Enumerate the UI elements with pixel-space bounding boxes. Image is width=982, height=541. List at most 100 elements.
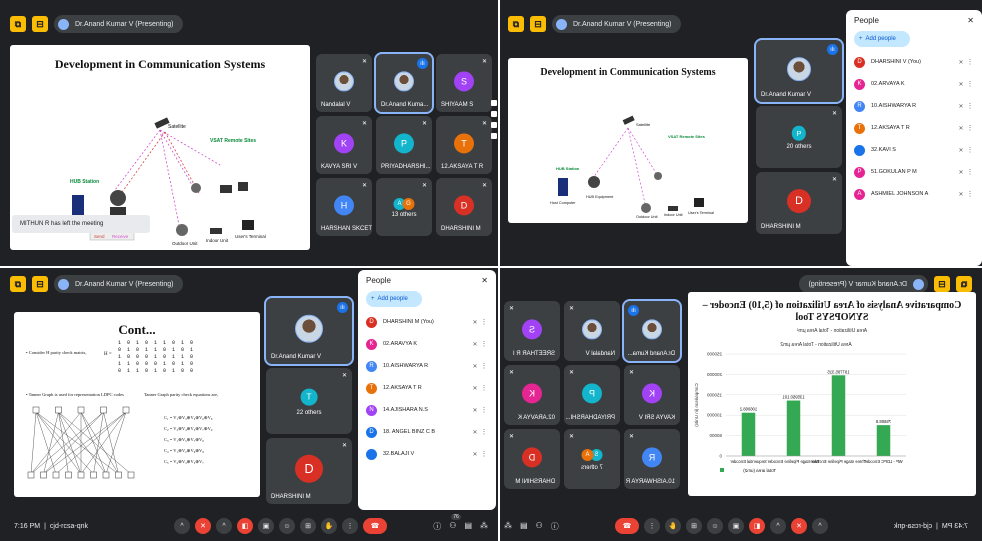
mic-off-icon[interactable]: ✕ — [956, 81, 966, 88]
mic-off-icon[interactable]: ✕ — [470, 451, 480, 458]
emoji-button[interactable]: ☺ — [707, 518, 723, 534]
people-list-item[interactable]: R 10.AISHWARYA R ✕ ⋮ — [846, 95, 982, 117]
chat-icon[interactable]: ▤ — [520, 521, 528, 532]
people-list-item[interactable]: K 02.ARVAYA K ✕ ⋮ — [846, 73, 982, 95]
mic-off-icon[interactable]: ✕ — [470, 341, 480, 348]
pin-icon[interactable]: ⊟ — [530, 16, 546, 32]
more-options-icon[interactable]: ⋮ — [966, 168, 974, 176]
side-tool-icon[interactable] — [491, 122, 497, 128]
more-options-icon[interactable]: ⋮ — [480, 384, 488, 392]
people-list-item[interactable]: N 14.AJISHARA N.S ✕ ⋮ — [358, 399, 496, 421]
more-options-icon[interactable]: ⋮ — [966, 146, 974, 154]
pin-icon[interactable]: ⊟ — [32, 276, 48, 292]
participant-tile[interactable]: T 12.AKSAYA T R ✕ — [436, 116, 492, 174]
participant-tile[interactable]: R 10.AISHWARYA R ✕ — [624, 429, 680, 489]
more-options-icon[interactable]: ⋮ — [966, 58, 974, 66]
mic-off-icon[interactable]: ✕ — [470, 385, 480, 392]
mic-off-button[interactable]: ✕ — [195, 518, 211, 534]
chevron-up-icon[interactable]: ^ — [770, 518, 786, 534]
participant-tile[interactable]: P PRIYADHARSHI... ✕ — [376, 116, 432, 174]
mic-off-button[interactable]: ✕ — [791, 518, 807, 534]
presenter-pill[interactable]: Dr.Anand Kumar V (Presenting) — [552, 15, 682, 33]
captions-button[interactable]: ▣ — [258, 518, 274, 534]
raise-hand-button[interactable]: ✋ — [321, 518, 337, 534]
people-list-item[interactable]: T 12.AKSAYA T R ✕ ⋮ — [846, 117, 982, 139]
people-list-item[interactable]: K 02.ARAVYA K ✕ ⋮ — [358, 333, 496, 355]
participant-tile[interactable]: D DHARSHINI M ✕ — [504, 429, 560, 489]
mic-off-icon[interactable]: ✕ — [956, 125, 966, 132]
participant-tile[interactable]: P PRIYADHARSHI... ✕ — [564, 365, 620, 425]
more-options-button[interactable]: ⋮ — [644, 518, 660, 534]
participant-tile[interactable]: Dr.Anand Kumar V ılı — [754, 38, 844, 104]
add-people-button[interactable]: + Add people — [366, 291, 422, 307]
pin-icon[interactable]: ⊟ — [934, 276, 950, 292]
chevron-up-icon[interactable]: ^ — [812, 518, 828, 534]
layout-icon[interactable]: ⧉ — [956, 276, 972, 292]
layout-icon[interactable]: ⧉ — [10, 276, 26, 292]
participant-tile[interactable]: S SHIYAAM S ✕ — [436, 54, 492, 112]
people-list-item[interactable]: D DHARSHINI M (You) ✕ ⋮ — [358, 311, 496, 333]
people-icon[interactable]: ⚇ — [536, 521, 543, 532]
participant-tile[interactable]: Nandalal V ✕ — [564, 301, 620, 361]
presenter-pill[interactable]: Dr.Anand Kumar V (Presenting) — [798, 275, 928, 293]
participant-tile[interactable]: Dr.Anand Kuma... ılı — [374, 52, 434, 114]
side-tool-icon[interactable] — [491, 133, 497, 139]
participant-tile[interactable]: S SREETHAR R I ✕ — [504, 301, 560, 361]
side-tool-icon[interactable] — [491, 100, 497, 106]
layout-icon[interactable]: ⧉ — [508, 16, 524, 32]
more-options-icon[interactable]: ⋮ — [480, 362, 488, 370]
activities-icon[interactable]: ⁂ — [480, 521, 488, 532]
people-list-item[interactable]: A ASHMIEL JOHNSON A ✕ ⋮ — [846, 183, 982, 205]
side-tool-icon[interactable] — [491, 111, 497, 117]
activities-icon[interactable]: ⁂ — [504, 521, 512, 532]
more-options-icon[interactable]: ⋮ — [966, 80, 974, 88]
chevron-up-icon[interactable]: ^ — [174, 518, 190, 534]
people-list-item[interactable]: R 10.AISHWARYA R ✕ ⋮ — [358, 355, 496, 377]
participant-tile[interactable]: D DHARSHINI M ✕ — [756, 172, 842, 234]
mic-off-icon[interactable]: ✕ — [956, 191, 966, 198]
leave-call-button[interactable]: ☎ — [363, 518, 387, 534]
camera-off-button[interactable]: ◧ — [237, 518, 253, 534]
participant-tile[interactable]: T 22 others ✕ — [266, 368, 352, 434]
people-list-item[interactable]: D 18. ANGEL BINZ C B ✕ ⋮ — [358, 421, 496, 443]
more-options-icon[interactable]: ⋮ — [480, 318, 488, 326]
participant-tile[interactable]: K KAVYA SRI V ✕ — [624, 365, 680, 425]
captions-button[interactable]: ▣ — [728, 518, 744, 534]
more-options-icon[interactable]: ⋮ — [966, 102, 974, 110]
add-people-button[interactable]: + Add people — [854, 31, 910, 47]
presenter-pill[interactable]: Dr.Anand Kumar V (Presenting) — [54, 15, 184, 33]
pin-icon[interactable]: ⊟ — [32, 16, 48, 32]
more-options-icon[interactable]: ⋮ — [480, 450, 488, 458]
close-icon[interactable]: ✕ — [967, 16, 974, 25]
info-icon[interactable]: ⓘ — [551, 521, 559, 532]
close-icon[interactable]: ✕ — [481, 276, 488, 285]
emoji-button[interactable]: ☺ — [279, 518, 295, 534]
more-options-icon[interactable]: ⋮ — [480, 406, 488, 414]
leave-call-button[interactable]: ☎ — [615, 518, 639, 534]
people-list-item[interactable]: 32.KAVI S ✕ ⋮ — [846, 139, 982, 161]
people-list-item[interactable]: 32.BALAJI V ✕ ⋮ — [358, 443, 496, 465]
participant-tile[interactable]: Nandalal V ✕ — [316, 54, 372, 112]
participant-tile[interactable]: D DHARSHINI M ✕ — [266, 438, 352, 504]
participant-tile[interactable]: P 20 others ✕ — [756, 106, 842, 168]
mic-off-icon[interactable]: ✕ — [956, 103, 966, 110]
participant-tile[interactable]: K 02.ARAVYA K ✕ — [504, 365, 560, 425]
mic-off-icon[interactable]: ✕ — [956, 169, 966, 176]
layout-icon[interactable]: ⧉ — [10, 16, 26, 32]
more-options-icon[interactable]: ⋮ — [480, 340, 488, 348]
more-options-icon[interactable]: ⋮ — [966, 190, 974, 198]
participant-tile[interactable]: D DHARSHINI M ✕ — [436, 178, 492, 236]
chat-icon[interactable]: ▤ — [464, 521, 472, 532]
participant-tile[interactable]: K KAVYA SRI V ✕ — [316, 116, 372, 174]
mic-off-icon[interactable]: ✕ — [470, 407, 480, 414]
camera-off-button[interactable]: ◧ — [749, 518, 765, 534]
mic-off-icon[interactable]: ✕ — [470, 319, 480, 326]
info-icon[interactable]: ⓘ — [433, 521, 441, 532]
people-list-item[interactable]: P 51.GOKULAN P M ✕ ⋮ — [846, 161, 982, 183]
mic-off-icon[interactable]: ✕ — [470, 429, 480, 436]
people-icon[interactable]: ⚇ 76 — [449, 513, 461, 532]
more-options-icon[interactable]: ⋮ — [480, 428, 488, 436]
participant-tile[interactable]: H HARSHAN SKCET ✕ — [316, 178, 372, 236]
mic-off-icon[interactable]: ✕ — [470, 363, 480, 370]
participant-tile[interactable]: A G 13 others ✕ — [376, 178, 432, 236]
